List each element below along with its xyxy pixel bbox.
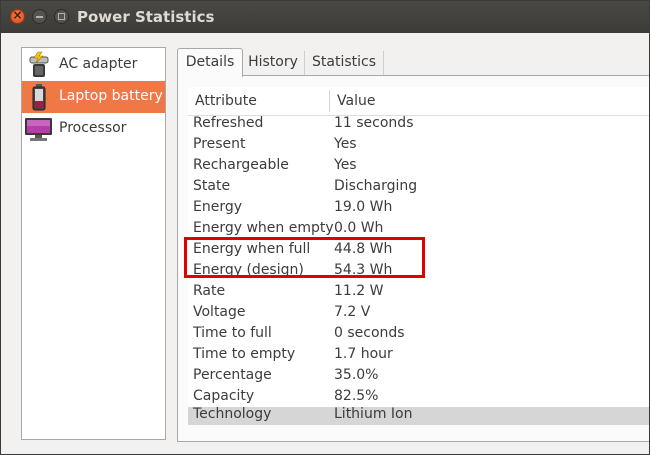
column-header-attribute[interactable]: Attribute	[195, 93, 257, 109]
value-cell: 11.2 W	[334, 283, 384, 299]
minimize-icon	[36, 16, 43, 18]
attribute-cell: Refreshed	[193, 115, 264, 131]
attribute-cell: Rechargeable	[193, 157, 289, 173]
power-statistics-window: × Power Statistics AC adapter Laptop bat…	[0, 0, 650, 455]
attribute-cell: Energy	[193, 199, 243, 215]
value-cell: 0.0 Wh	[334, 220, 384, 236]
sidebar-item-ac-adapter[interactable]: AC adapter	[22, 49, 165, 81]
ac-adapter-icon	[29, 51, 49, 77]
maximize-icon	[58, 13, 65, 20]
attribute-cell: Voltage	[193, 304, 246, 320]
value-cell: 19.0 Wh	[334, 199, 393, 215]
attribute-cell: Rate	[193, 283, 226, 299]
value-cell: 82.5%	[334, 388, 379, 404]
tab-history[interactable]: History	[242, 49, 304, 75]
table-row[interactable]: State Discharging	[188, 177, 649, 198]
table-row[interactable]: Time to empty 1.7 hour	[188, 345, 649, 366]
processor-icon	[25, 118, 52, 141]
attribute-cell: State	[193, 178, 231, 194]
attribute-cell: Percentage	[193, 367, 272, 383]
column-divider	[329, 90, 330, 112]
table-row[interactable]: Time to full 0 seconds	[188, 324, 649, 345]
title-bar: × Power Statistics	[1, 1, 649, 33]
table-row[interactable]: Voltage 7.2 V	[188, 303, 649, 324]
sidebar-item-processor[interactable]: Processor	[22, 113, 165, 145]
value-cell: 11 seconds	[334, 115, 414, 131]
value-cell: 0 seconds	[334, 325, 405, 341]
sidebar-item-label: AC adapter	[59, 56, 138, 72]
minimize-button[interactable]	[32, 9, 47, 24]
value-cell: Yes	[334, 136, 357, 152]
tab-label: Details	[185, 54, 235, 70]
sidebar-item-label: Processor	[59, 120, 127, 136]
battery-icon	[32, 84, 46, 111]
highlight-box	[184, 237, 425, 278]
sidebar-item-label: Laptop battery	[59, 88, 163, 104]
table-row[interactable]: Technology Lithium Ion	[188, 405, 649, 426]
tab-statistics[interactable]: Statistics	[305, 49, 383, 75]
attribute-cell: Technology	[193, 406, 272, 422]
column-header-value[interactable]: Value	[337, 93, 375, 109]
table-row[interactable]: Capacity 82.5%	[188, 387, 649, 407]
close-button[interactable]: ×	[10, 8, 25, 24]
table-row[interactable]: Energy 19.0 Wh	[188, 198, 649, 219]
table-row[interactable]: Rate 11.2 W	[188, 282, 649, 303]
table-row[interactable]: Present Yes	[188, 135, 649, 156]
attribute-cell: Time to full	[193, 325, 272, 341]
value-cell: Yes	[334, 157, 357, 173]
maximize-button[interactable]	[54, 9, 69, 24]
device-list: AC adapter Laptop battery Processor	[21, 47, 166, 440]
attribute-cell: Energy when empty	[193, 220, 334, 236]
window-title: Power Statistics	[77, 8, 215, 26]
attribute-cell: Time to empty	[193, 346, 296, 362]
table-row[interactable]: Percentage 35.0%	[188, 366, 649, 387]
sidebar-item-laptop-battery[interactable]: Laptop battery	[22, 81, 165, 113]
value-cell: 1.7 hour	[334, 346, 393, 362]
tab-label: History	[248, 54, 298, 70]
close-icon: ×	[12, 8, 23, 22]
value-cell: Lithium Ion	[334, 406, 413, 422]
attribute-cell: Present	[193, 136, 246, 152]
attribute-cell: Capacity	[193, 388, 255, 404]
tab-divider	[383, 51, 384, 75]
value-cell: Discharging	[334, 178, 418, 194]
table-header: Attribute Value	[188, 87, 649, 116]
table-row[interactable]: Rechargeable Yes	[188, 156, 649, 177]
tab-label: Statistics	[312, 54, 376, 70]
tab-details[interactable]: Details	[177, 48, 243, 77]
table-row[interactable]: Refreshed 11 seconds	[188, 114, 649, 135]
value-cell: 35.0%	[334, 367, 379, 383]
value-cell: 7.2 V	[334, 304, 371, 320]
